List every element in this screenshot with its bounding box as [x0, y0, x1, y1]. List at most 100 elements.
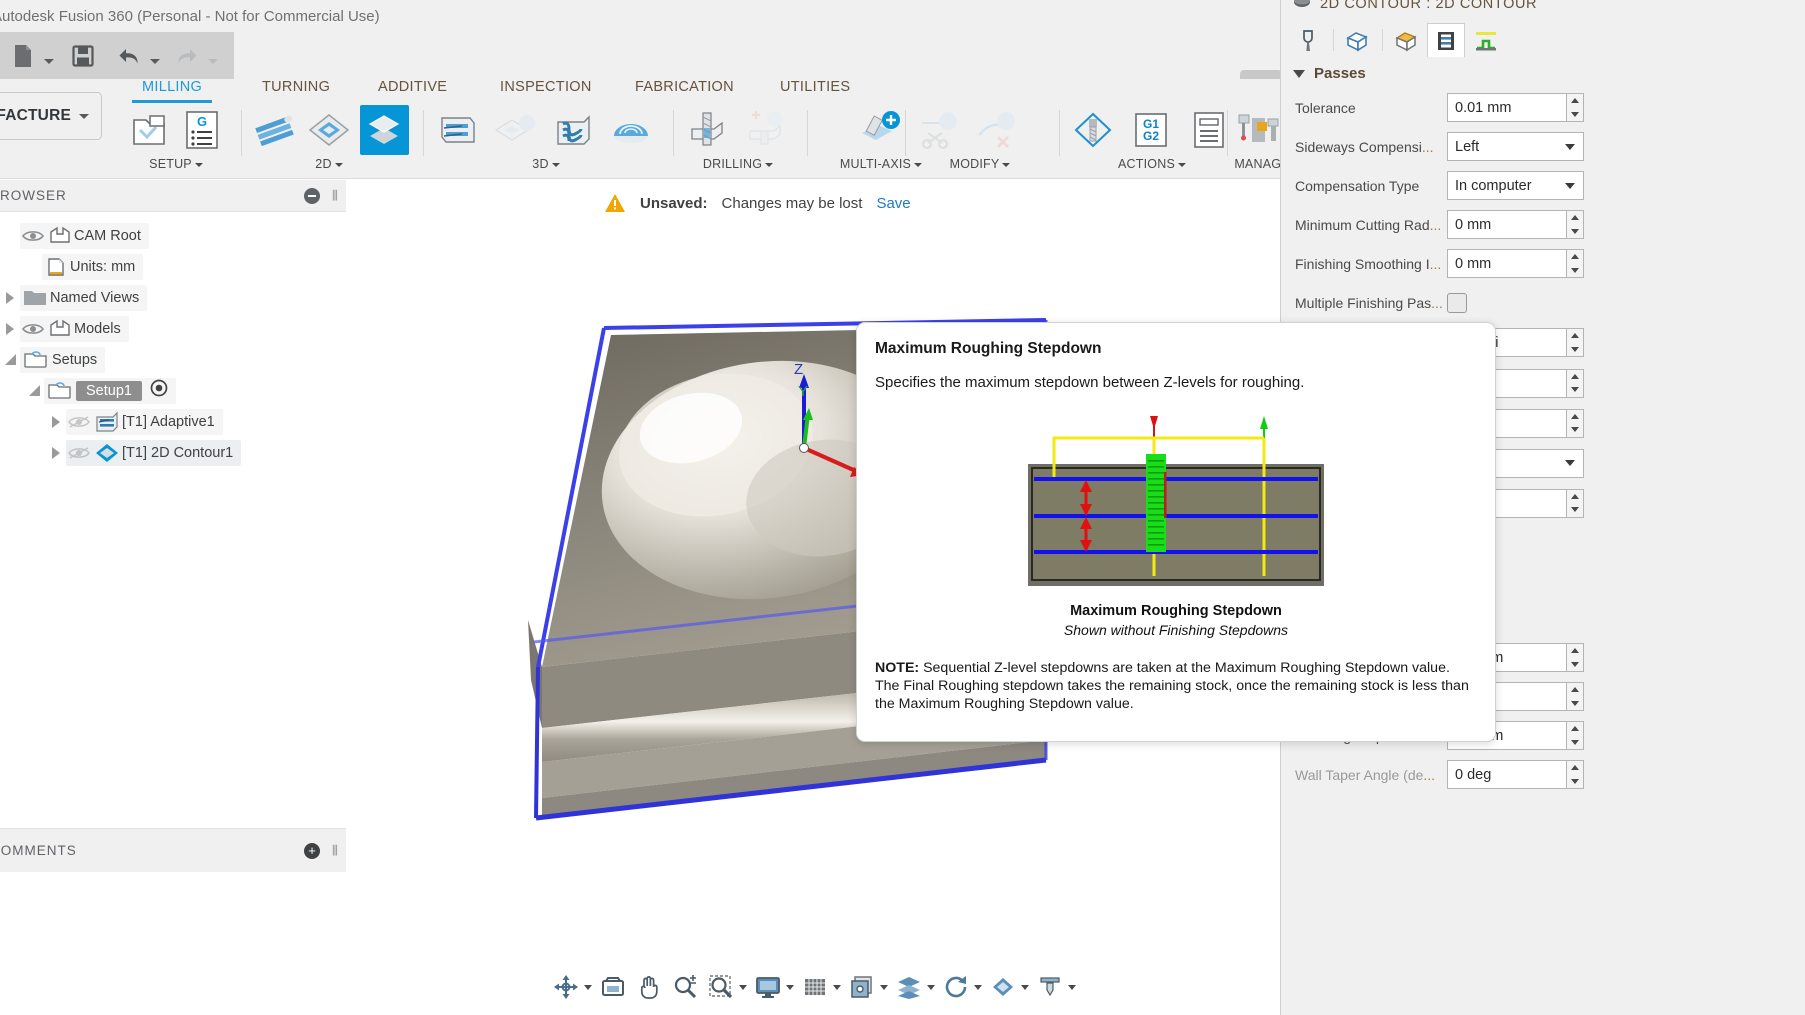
- tree-item-units[interactable]: Units: mm: [0, 251, 346, 282]
- panel-grip-icon[interactable]: ⦀: [332, 842, 338, 859]
- tool-tab-icon[interactable]: [1289, 23, 1327, 57]
- stacked-views-icon[interactable]: [894, 972, 924, 1002]
- linking-tab-icon[interactable]: [1467, 23, 1505, 57]
- minimum-cutting-radius-input[interactable]: 0 mm: [1447, 210, 1567, 239]
- grid-snaps-control[interactable]: [798, 972, 843, 1002]
- multi-axis-contour-icon[interactable]: [855, 105, 907, 155]
- display-settings-icon[interactable]: [753, 972, 783, 1002]
- ribbon-tab-additive[interactable]: ADDITIVE: [378, 79, 447, 99]
- ribbon-tab-utilities[interactable]: UTILITIES: [780, 79, 850, 99]
- viewports-icon[interactable]: [847, 972, 877, 1002]
- tree-item-models[interactable]: Models: [0, 313, 346, 344]
- orbit-icon[interactable]: [551, 972, 581, 1002]
- add-comment-icon[interactable]: +: [304, 842, 320, 859]
- face-icon[interactable]: [249, 105, 298, 155]
- tree-item-cam-root[interactable]: CAM Root: [0, 220, 346, 251]
- g1-g2-simulate-icon[interactable]: G1 G2: [1125, 105, 1177, 155]
- expand-arrow-icon[interactable]: [0, 291, 20, 304]
- collapse-arrow-icon[interactable]: [24, 385, 44, 396]
- tree-item-named-views[interactable]: Named Views: [0, 282, 346, 313]
- pocket-clearing-icon[interactable]: [489, 105, 541, 155]
- occluded-stepper-5[interactable]: [1567, 488, 1584, 518]
- setup-icon[interactable]: [127, 105, 173, 155]
- trim-toolpath-icon[interactable]: [913, 105, 965, 155]
- scallop-icon[interactable]: [605, 105, 657, 155]
- passes-group-header[interactable]: Passes: [1281, 57, 1805, 88]
- tree-item-setup1[interactable]: Setup1: [0, 375, 346, 406]
- minimum-cutting-radius-stepper[interactable]: [1567, 210, 1584, 239]
- pan-hand-icon[interactable]: [634, 972, 664, 1002]
- adaptive-clearing-icon[interactable]: [359, 105, 409, 155]
- drill-icon[interactable]: [681, 105, 733, 155]
- parallel-3d-icon[interactable]: [547, 105, 599, 155]
- tolerance-input[interactable]: 0.01 mm: [1447, 93, 1567, 122]
- refresh-icon[interactable]: [941, 972, 971, 1002]
- finishing-stepdown-stepper[interactable]: [1567, 721, 1584, 750]
- ncprogram-g-icon[interactable]: G: [179, 105, 225, 155]
- ribbon-tab-inspection[interactable]: INSPECTION: [500, 79, 592, 99]
- undo-dropdown-icon[interactable]: [148, 38, 162, 74]
- finishing-smoothing-stepper[interactable]: [1567, 249, 1584, 278]
- tool-library-icon[interactable]: [1067, 105, 1119, 155]
- ribbon-tab-milling[interactable]: MILLING: [131, 79, 213, 103]
- visibility-eye-icon[interactable]: [20, 322, 46, 336]
- expand-arrow-icon[interactable]: [0, 322, 20, 335]
- display-settings-control[interactable]: [751, 972, 796, 1002]
- look-at-icon[interactable]: [598, 972, 628, 1002]
- panel-grip-icon[interactable]: ⦀: [332, 187, 338, 204]
- delete-toolpath-icon[interactable]: [971, 105, 1023, 155]
- contour-2d-icon[interactable]: [304, 105, 353, 155]
- visibility-eye-icon[interactable]: [66, 446, 92, 460]
- setup-active-target-icon[interactable]: [150, 379, 168, 402]
- tolerance-stepper[interactable]: [1567, 93, 1584, 122]
- expand-arrow-icon[interactable]: [46, 415, 66, 428]
- visibility-eye-icon[interactable]: [20, 229, 46, 243]
- heights-tab-icon[interactable]: [1387, 23, 1425, 57]
- orbit-control[interactable]: [549, 972, 594, 1002]
- wall-taper-angle-stepper[interactable]: [1567, 760, 1584, 789]
- refresh-control[interactable]: [939, 972, 984, 1002]
- appearance-control[interactable]: [986, 972, 1031, 1002]
- drill-new-icon[interactable]: [739, 105, 791, 155]
- maximum-roughing-stepdown-stepper[interactable]: [1567, 643, 1584, 672]
- ribbon-tab-turning[interactable]: TURNING: [262, 79, 330, 99]
- compensation-type-select[interactable]: In computer: [1447, 171, 1584, 200]
- multiple-finishing-passes-checkbox[interactable]: [1447, 292, 1467, 313]
- adaptive-3d-icon[interactable]: [431, 105, 483, 155]
- tree-item-adaptive1[interactable]: [T1] Adaptive1: [0, 406, 346, 437]
- geometry-tab-icon[interactable]: [1338, 23, 1376, 57]
- sideways-compensation-select[interactable]: Left: [1447, 132, 1584, 161]
- passes-tab-icon[interactable]: [1427, 23, 1465, 57]
- new-document-icon[interactable]: [6, 38, 40, 74]
- undo-icon[interactable]: [112, 38, 146, 74]
- tree-item-setups[interactable]: Setups: [0, 344, 346, 375]
- expand-arrow-icon[interactable]: [46, 446, 66, 459]
- occluded-stepper-3[interactable]: [1567, 408, 1584, 438]
- stacked-views-control[interactable]: [892, 972, 937, 1002]
- zoom-icon[interactable]: [670, 972, 700, 1002]
- wall-taper-angle-input[interactable]: 0 deg: [1447, 760, 1567, 789]
- zoom-window-icon[interactable]: [706, 972, 736, 1002]
- viewports-control[interactable]: [845, 972, 890, 1002]
- tool-filter-icon[interactable]: [1035, 972, 1065, 1002]
- finishing-smoothing-input[interactable]: 0 mm: [1447, 249, 1567, 278]
- collapse-icon[interactable]: [304, 187, 320, 204]
- redo-icon[interactable]: [170, 38, 204, 74]
- zoom-window-control[interactable]: [704, 972, 749, 1002]
- occluded-stepper-1[interactable]: [1567, 328, 1584, 357]
- tree-item-2d-contour1[interactable]: [T1] 2D Contour1: [0, 437, 346, 468]
- tool-filter-control[interactable]: [1033, 972, 1078, 1002]
- redo-dropdown-icon[interactable]: [206, 38, 220, 74]
- appearance-icon[interactable]: [988, 972, 1018, 1002]
- visibility-eye-icon[interactable]: [66, 415, 92, 429]
- look-at-control[interactable]: [596, 972, 630, 1002]
- pan-control[interactable]: [632, 972, 666, 1002]
- zoom-control[interactable]: [668, 972, 702, 1002]
- finishing-stepdowns-stepper[interactable]: [1567, 682, 1584, 711]
- occluded-stepper-2[interactable]: [1567, 368, 1584, 398]
- save-icon[interactable]: [66, 38, 100, 74]
- ribbon-tab-fabrication[interactable]: FABRICATION: [635, 79, 734, 99]
- grid-snaps-icon[interactable]: [800, 972, 830, 1002]
- collapse-arrow-icon[interactable]: [0, 354, 20, 365]
- new-document-dropdown-icon[interactable]: [42, 38, 56, 74]
